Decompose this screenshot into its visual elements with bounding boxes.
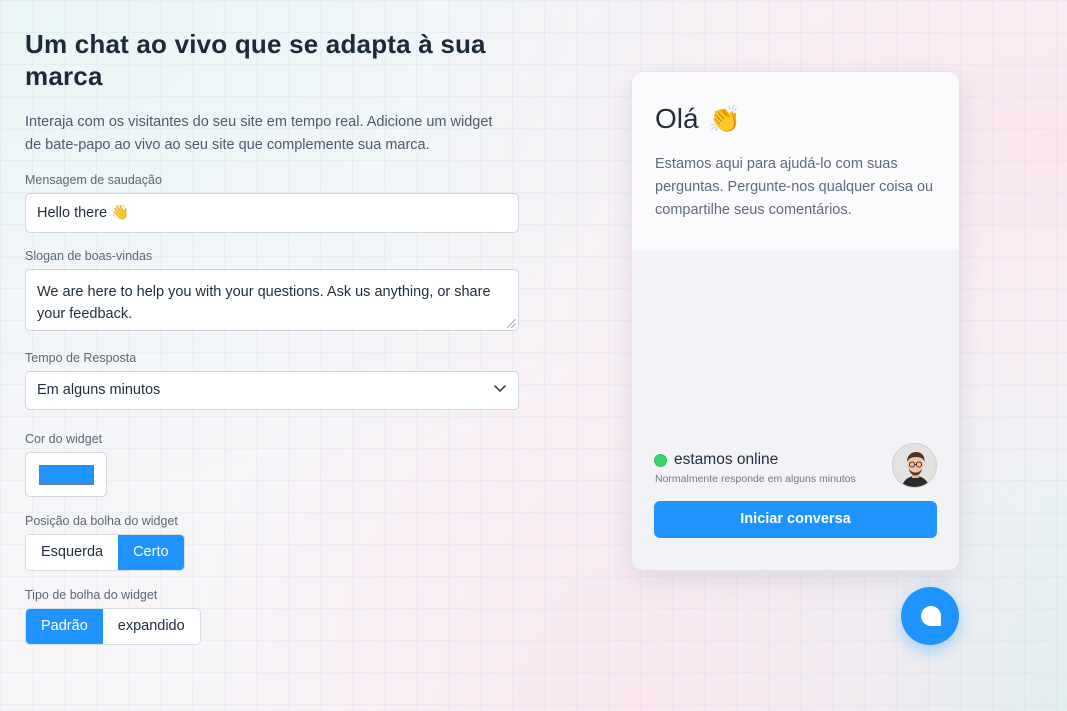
online-dot-icon [654,453,667,467]
chat-widget-preview: Olá 👏 Estamos aqui para ajudá-lo com sua… [631,71,960,571]
online-status: estamos online [654,451,856,469]
bubble-type-label: Tipo de bolha do widget [25,588,158,602]
clapping-hands-icon: 👏 [708,104,741,134]
widget-intro: Estamos aqui para ajudá-lo com suas perg… [655,156,934,218]
response-time-select[interactable]: Em alguns minutos [25,371,519,410]
bubble-position-label: Posição da bolha do widget [25,514,178,528]
online-status-text: estamos online [674,451,779,468]
page-subtitle: Interaja com os visitantes do seu site e… [25,114,493,153]
start-conversation-button[interactable]: Iniciar conversa [654,501,937,538]
tagline-value: We are here to help you with your questi… [37,284,491,322]
chat-bubble-launcher[interactable] [901,587,959,645]
position-right-button[interactable]: Certo [118,535,184,570]
tagline-label: Slogan de boas-vindas [25,249,153,263]
widget-header: Olá 👏 Estamos aqui para ajudá-lo com sua… [632,72,959,250]
bubble-position-toggle: Esquerda Certo [25,534,185,571]
widget-greeting-text: Olá [655,103,699,134]
greeting-label: Mensagem de saudação [25,173,162,187]
widget-greeting: Olá 👏 [655,102,936,136]
color-swatch[interactable] [39,465,94,485]
response-note: Normalmente responde em alguns minutos [655,473,856,485]
bubble-type-expanded-button[interactable]: expandido [102,609,200,644]
widget-color-label: Cor do widget [25,432,103,446]
widget-color-picker[interactable] [25,452,107,497]
bubble-type-standard-button[interactable]: Padrão [26,609,103,644]
tagline-textarea[interactable]: We are here to help you with your questi… [25,269,519,331]
resize-handle-icon[interactable] [507,319,516,328]
greeting-input[interactable]: Hello there 👋 [25,193,519,233]
widget-footer: estamos online Normalmente responde em a… [654,443,937,538]
avatar-illustration [893,444,936,487]
widget-config-panel: Um chat ao vivo que se adapta à sua marc… [25,28,519,645]
position-left-button[interactable]: Esquerda [26,535,119,570]
page-title: Um chat ao vivo que se adapta à sua marc… [25,29,486,91]
chevron-down-icon [494,385,506,392]
bubble-type-toggle: Padrão expandido [25,608,201,645]
response-time-value: Em alguns minutos [37,382,161,398]
agent-avatar [892,443,937,488]
response-time-label: Tempo de Resposta [25,351,137,365]
chat-bubble-icon [921,606,941,626]
